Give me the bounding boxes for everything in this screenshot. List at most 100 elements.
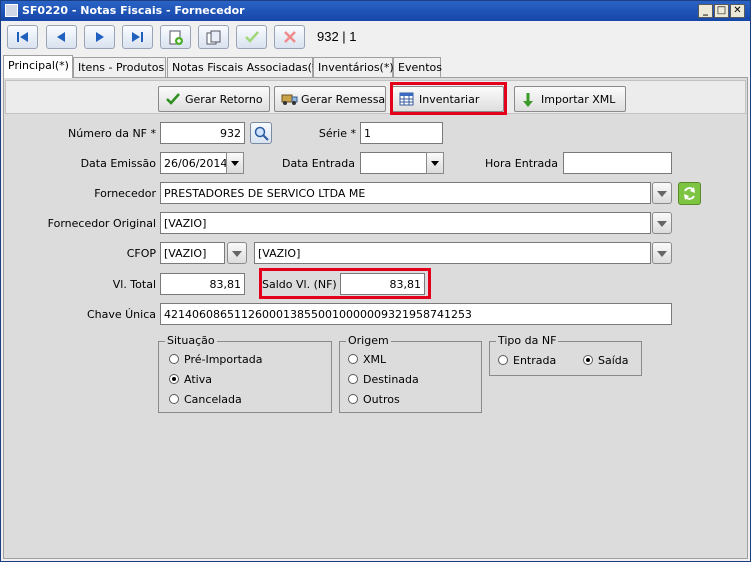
cfop-label: CFOP — [126, 247, 156, 260]
data-entrada-dropdown[interactable] — [426, 152, 444, 174]
vl-total-input[interactable]: 83,81 — [160, 273, 245, 295]
inventariar-highlight — [390, 82, 507, 115]
radio-label: Outros — [363, 393, 400, 406]
importar-xml-label: Importar XML — [541, 93, 616, 106]
main-window: SF0220 - Notas Fiscais - Fornecedor _ □ … — [0, 0, 751, 562]
minimize-button[interactable]: _ — [698, 4, 713, 18]
previous-record-icon — [57, 32, 65, 42]
title-bar: SF0220 - Notas Fiscais - Fornecedor _ □ … — [1, 1, 750, 21]
radio-label: Entrada — [513, 354, 557, 367]
radio-outros[interactable]: Outros — [348, 393, 400, 406]
tab-itens-produtos[interactable]: Itens - Produtos — [73, 57, 166, 77]
arrow-down-icon — [523, 93, 533, 107]
hora-entrada-input[interactable] — [563, 152, 672, 174]
data-emissao-dropdown[interactable] — [226, 152, 244, 174]
serie-label: Série * — [318, 127, 356, 140]
cfop-description-input[interactable]: [VAZIO] — [254, 242, 651, 264]
new-record-button[interactable] — [160, 25, 191, 49]
radio-label: Ativa — [184, 373, 212, 386]
refresh-fornecedor-button[interactable] — [678, 182, 701, 205]
radio-label: Pré-Importada — [184, 353, 263, 366]
navigation-toolbar: 932 | 1 — [1, 21, 750, 54]
radio-button-icon — [498, 355, 508, 365]
cfop-code-input[interactable]: [VAZIO] — [160, 242, 225, 264]
importar-xml-button[interactable]: Importar XML — [514, 86, 626, 112]
fornecedor-original-label: Fornecedor Original — [47, 217, 156, 230]
radio-button-icon — [169, 394, 179, 404]
radio-label: XML — [363, 353, 387, 366]
cancel-button[interactable] — [274, 25, 305, 49]
gerar-remessa-label: Gerar Remessa — [301, 93, 386, 106]
radio-button-icon — [348, 394, 358, 404]
refresh-icon — [684, 187, 695, 200]
radio-xml[interactable]: XML — [348, 353, 386, 366]
radio-button-icon — [348, 354, 358, 364]
close-button[interactable]: ✕ — [730, 4, 745, 18]
tab-eventos[interactable]: Eventos — [393, 57, 442, 77]
gerar-retorno-button[interactable]: Gerar Retorno — [158, 86, 270, 112]
magnifier-icon — [254, 126, 269, 141]
fornecedor-input[interactable]: PRESTADORES DE SERVICO LTDA ME — [160, 182, 651, 204]
tipo-nf-legend: Tipo da NF — [496, 334, 559, 347]
copy-document-icon — [206, 30, 221, 45]
radio-button-icon — [169, 354, 179, 364]
tab-notas-associadas[interactable]: Notas Fiscais Associadas(*) — [167, 57, 322, 77]
next-record-button[interactable] — [84, 25, 115, 49]
saldo-highlight — [259, 268, 431, 299]
gerar-retorno-label: Gerar Retorno — [185, 93, 263, 106]
check-icon — [166, 93, 180, 105]
fornecedor-original-dropdown[interactable] — [652, 212, 672, 234]
window-title: SF0220 - Notas Fiscais - Fornecedor — [22, 4, 245, 17]
radio-entrada[interactable]: Entrada — [498, 354, 556, 367]
last-record-icon — [132, 32, 143, 42]
cfop-code-dropdown[interactable] — [227, 242, 247, 264]
confirm-button[interactable] — [236, 25, 267, 49]
search-nf-button[interactable] — [250, 122, 272, 144]
fornecedor-label: Fornecedor — [94, 187, 156, 200]
cfop-description-dropdown[interactable] — [652, 242, 672, 264]
radio-destinada[interactable]: Destinada — [348, 373, 419, 386]
situacao-legend: Situação — [165, 334, 217, 347]
first-record-button[interactable] — [7, 25, 38, 49]
tipo-nf-group: Tipo da NF Entrada Saída — [489, 334, 642, 376]
truck-icon — [281, 94, 298, 105]
radio-ativa[interactable]: Ativa — [169, 373, 212, 386]
chave-unica-label: Chave Única — [86, 308, 156, 321]
radio-label: Destinada — [363, 373, 419, 386]
last-record-button[interactable] — [122, 25, 153, 49]
radio-saida[interactable]: Saída — [583, 354, 629, 367]
fornecedor-original-input[interactable]: [VAZIO] — [160, 212, 651, 234]
radio-label: Saída — [598, 354, 629, 367]
principal-panel: Gerar Retorno Gerar Remessa Inventariar … — [3, 77, 748, 559]
radio-button-selected-icon — [583, 355, 593, 365]
new-document-icon — [169, 30, 183, 45]
radio-pre-importada[interactable]: Pré-Importada — [169, 353, 262, 366]
cross-icon — [284, 31, 296, 43]
action-bar: Gerar Retorno Gerar Remessa Inventariar … — [5, 80, 746, 114]
copy-record-button[interactable] — [198, 25, 229, 49]
radio-label: Cancelada — [184, 393, 242, 406]
data-entrada-label: Data Entrada — [282, 157, 355, 170]
numero-nf-input[interactable]: 932 — [160, 122, 245, 144]
data-emissao-label: Data Emissão — [80, 157, 156, 170]
radio-button-icon — [348, 374, 358, 384]
situacao-group: Situação Pré-Importada Ativa Cancelada — [158, 334, 332, 413]
tab-inventarios[interactable]: Inventários(*) — [313, 57, 394, 77]
gerar-remessa-button[interactable]: Gerar Remessa — [274, 86, 386, 112]
check-icon — [245, 31, 259, 43]
numero-nf-label: Número da NF * — [68, 127, 156, 140]
hora-entrada-label: Hora Entrada — [485, 157, 558, 170]
fornecedor-dropdown[interactable] — [652, 182, 672, 204]
chave-unica-input[interactable]: 4214060865112600013855001000000932195874… — [160, 303, 672, 325]
radio-button-selected-icon — [169, 374, 179, 384]
next-record-icon — [96, 32, 104, 42]
radio-cancelada[interactable]: Cancelada — [169, 393, 242, 406]
first-record-icon — [17, 32, 28, 42]
tab-principal[interactable]: Principal(*) — [3, 55, 73, 78]
maximize-button[interactable]: □ — [714, 4, 729, 18]
record-counter: 932 | 1 — [317, 29, 357, 44]
serie-input[interactable]: 1 — [360, 122, 443, 144]
app-icon — [5, 4, 18, 17]
previous-record-button[interactable] — [46, 25, 77, 49]
origem-legend: Origem — [346, 334, 391, 347]
